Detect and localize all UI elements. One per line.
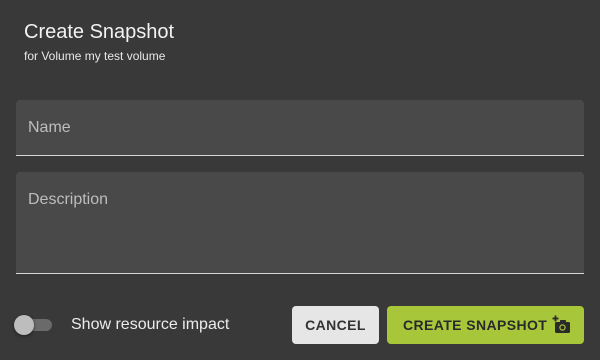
dialog-title: Create Snapshot (24, 21, 175, 43)
description-input[interactable] (16, 172, 584, 273)
dialog-footer: Show resource impact CANCEL CREATE SNAPS… (0, 306, 600, 344)
camera-add-icon (552, 315, 572, 335)
show-resource-impact-toggle[interactable] (14, 315, 52, 335)
toggle-thumb[interactable] (14, 315, 34, 335)
cancel-button[interactable]: CANCEL (292, 306, 379, 344)
create-snapshot-dialog: Create Snapshot for Volume my test volum… (0, 0, 600, 360)
name-input[interactable] (16, 100, 584, 155)
create-snapshot-button-label: CREATE SNAPSHOT (403, 317, 548, 333)
dialog-subtitle: for Volume my test volume (24, 49, 166, 63)
create-snapshot-button[interactable]: CREATE SNAPSHOT (387, 306, 584, 344)
cancel-button-label: CANCEL (305, 317, 366, 333)
toggle-label: Show resource impact (71, 316, 230, 333)
description-field[interactable] (16, 172, 584, 274)
dialog-header: Create Snapshot for Volume my test volum… (24, 20, 174, 63)
name-field[interactable] (16, 100, 584, 156)
